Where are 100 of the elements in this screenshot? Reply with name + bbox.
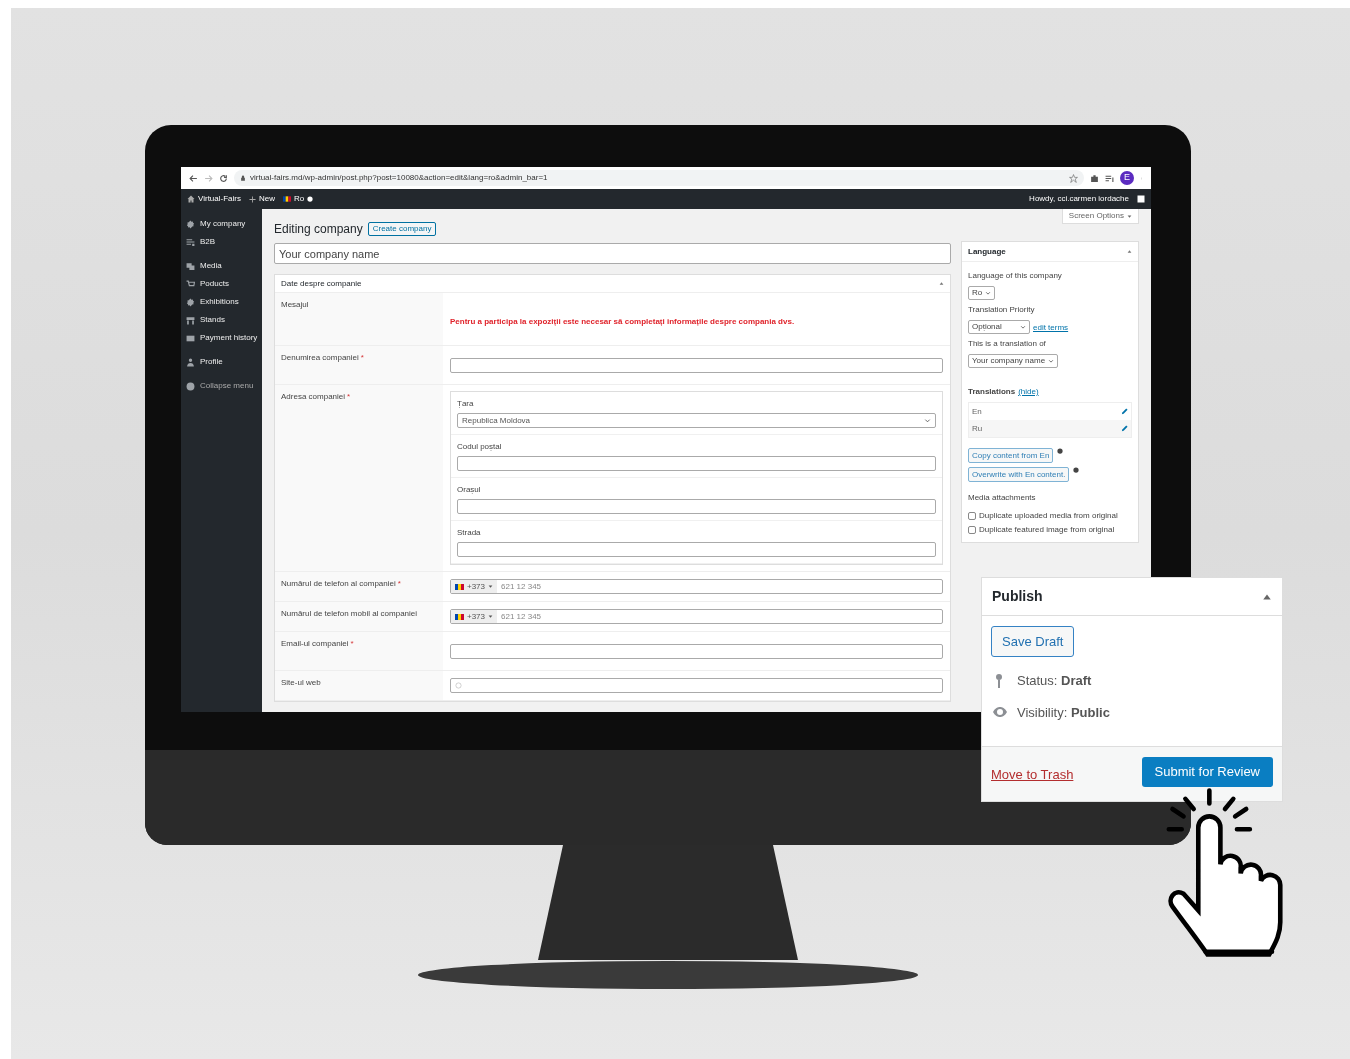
text-field[interactable] bbox=[457, 542, 936, 557]
field-label: Numărul de telefon al companiei bbox=[281, 579, 396, 588]
gear-icon bbox=[186, 297, 195, 307]
field-label: Numărul de telefon mobil al companiei bbox=[281, 609, 418, 618]
card-icon bbox=[186, 333, 195, 343]
phone-field[interactable]: +373 621 12 345 bbox=[450, 609, 943, 624]
person-icon bbox=[186, 357, 195, 367]
language-code: Ru bbox=[972, 422, 983, 435]
field-label: Denumirea companiei bbox=[281, 353, 359, 362]
field-label: Adresa companiei bbox=[281, 392, 346, 401]
help-icon bbox=[1057, 448, 1064, 454]
sidebar-item[interactable]: Stands bbox=[181, 311, 262, 329]
flag-icon bbox=[283, 196, 291, 202]
translation-select[interactable]: Your company name bbox=[968, 354, 1059, 368]
collapse-arrow-icon bbox=[939, 281, 944, 286]
company-name-field[interactable]: Your company name bbox=[274, 243, 951, 264]
sidebar-item[interactable]: My company bbox=[181, 215, 262, 233]
chevron-down-icon bbox=[924, 417, 931, 424]
notice-message: Pentru a participa la expoziții este necesar să completați informațile despre compania dvs. bbox=[450, 317, 795, 326]
field-label: Translation Priority bbox=[968, 304, 1035, 316]
required-mark: * bbox=[397, 579, 401, 588]
phone-field[interactable]: +373 621 12 345 bbox=[450, 579, 943, 594]
language-link[interactable]: Ro bbox=[294, 193, 305, 205]
edit-terms-link[interactable]: edit terms bbox=[1033, 322, 1069, 334]
store-icon bbox=[186, 315, 195, 325]
chevron-down-icon bbox=[985, 290, 992, 296]
new-link[interactable]: New bbox=[259, 193, 275, 205]
sidebar-item[interactable]: Exhibitions bbox=[181, 293, 262, 311]
submit-for-review-button[interactable]: Submit for Review bbox=[1141, 757, 1273, 787]
list-icon bbox=[186, 237, 195, 247]
plus-icon bbox=[249, 195, 256, 203]
profile-avatar[interactable]: E bbox=[1120, 171, 1134, 185]
priority-select[interactable]: Opțional bbox=[968, 320, 1030, 334]
field-label: Translations bbox=[968, 386, 1016, 398]
text-field[interactable] bbox=[457, 499, 936, 514]
language-select[interactable]: Ro bbox=[968, 286, 996, 300]
flag-icon bbox=[455, 583, 464, 590]
collapse-arrow-icon bbox=[1127, 249, 1132, 254]
phone-input[interactable]: 621 12 345 bbox=[497, 580, 942, 593]
field-label: This is a translation of bbox=[968, 338, 1046, 350]
field-label: Mesajul bbox=[281, 300, 309, 309]
sidebar-item[interactable]: Payment history bbox=[181, 329, 262, 347]
sidebar-item[interactable]: B2B bbox=[181, 233, 262, 251]
field-label: Media attachments bbox=[968, 492, 1036, 504]
panel-title: Date despre companie bbox=[281, 277, 362, 290]
hide-link[interactable]: (hide) bbox=[1018, 386, 1039, 398]
back-icon bbox=[189, 173, 198, 183]
field-label: Language of this company bbox=[968, 270, 1062, 282]
chevron-down-icon bbox=[1020, 324, 1026, 330]
sidebar-item[interactable]: Media bbox=[181, 257, 262, 275]
help-icon bbox=[307, 196, 314, 202]
forward-icon bbox=[204, 173, 213, 183]
site-link[interactable]: Virtual-Fairs bbox=[198, 193, 241, 205]
create-company-button[interactable]: Create company bbox=[367, 222, 437, 236]
chevron-down-icon bbox=[1048, 358, 1055, 364]
save-draft-button[interactable]: Save Draft bbox=[991, 626, 1075, 657]
collapse-menu-button[interactable]: Collapse menu bbox=[181, 377, 262, 395]
caret-down-icon bbox=[488, 584, 494, 589]
visibility-text: Visibility: Public bbox=[1017, 703, 1110, 722]
language-code: En bbox=[972, 405, 982, 418]
move-to-trash-link[interactable]: Move to Trash bbox=[991, 765, 1074, 785]
checkbox[interactable] bbox=[968, 512, 976, 520]
copy-content-button[interactable]: Copy content from En bbox=[968, 448, 1054, 463]
page-title: Editing company bbox=[274, 221, 363, 238]
phone-input[interactable]: 621 12 345 bbox=[497, 610, 942, 623]
address-bar[interactable]: virtual-fairs.md/wp-admin/post.php?post=10080&action=edit&lang=ro&admin_bar=1 bbox=[234, 170, 1084, 186]
reload-icon bbox=[219, 173, 228, 183]
checkbox-label: Duplicate uploaded media from original bbox=[979, 510, 1118, 522]
avatar-icon bbox=[1137, 195, 1145, 203]
lock-icon bbox=[240, 175, 246, 181]
overwrite-content-button[interactable]: Overwrite with En content. bbox=[968, 467, 1070, 482]
collapse-icon bbox=[186, 381, 195, 391]
field-label: Strada bbox=[457, 528, 482, 538]
text-field[interactable] bbox=[450, 643, 943, 659]
sidebar-item[interactable]: Profile bbox=[181, 353, 262, 371]
sidebar-item[interactable]: Poducts bbox=[181, 275, 262, 293]
screen-options-tab[interactable]: Screen Options bbox=[1061, 209, 1139, 224]
help-icon bbox=[1073, 467, 1080, 473]
required-mark: * bbox=[350, 639, 354, 648]
text-field[interactable] bbox=[450, 357, 943, 373]
caret-down-icon bbox=[1127, 213, 1132, 219]
caret-down-icon bbox=[488, 614, 494, 619]
list-icon bbox=[1105, 173, 1114, 183]
puzzle-icon bbox=[1090, 173, 1099, 183]
checkbox-label: Duplicate featured image from original bbox=[979, 524, 1115, 536]
gear-icon bbox=[186, 219, 195, 229]
images-icon bbox=[186, 261, 195, 271]
field-label: Țara bbox=[457, 399, 475, 409]
flag-icon bbox=[455, 613, 464, 620]
pencil-icon bbox=[1121, 408, 1128, 415]
checkbox[interactable] bbox=[968, 526, 976, 534]
account-link[interactable]: Howdy, cci.carmen iordache bbox=[1029, 193, 1129, 205]
country-select[interactable]: Republica Moldova bbox=[457, 413, 936, 428]
text-field[interactable] bbox=[457, 456, 936, 471]
field-label: Orașul bbox=[457, 485, 482, 495]
panel-title: Language bbox=[968, 245, 1006, 258]
website-field[interactable] bbox=[450, 678, 943, 693]
required-mark: * bbox=[360, 353, 364, 362]
panel-title: Publish bbox=[992, 587, 1043, 606]
star-icon bbox=[1069, 173, 1078, 183]
